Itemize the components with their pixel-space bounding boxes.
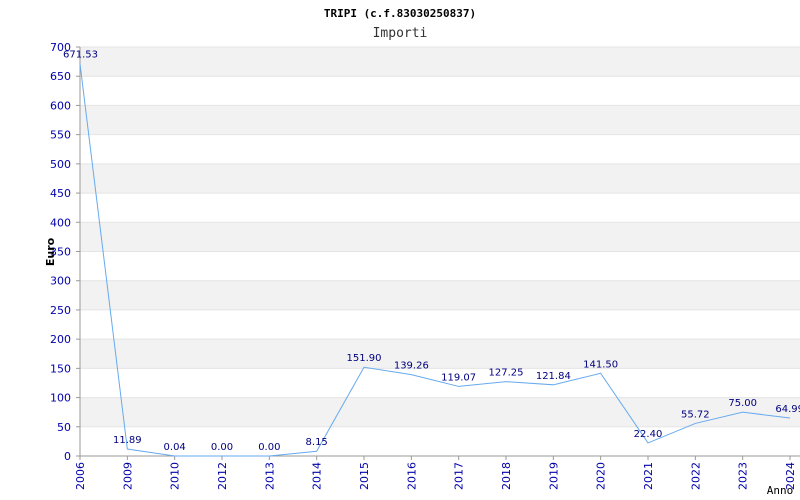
data-label: 119.07 [441,372,476,383]
data-label: 75.00 [728,398,757,409]
grid-band [80,339,800,369]
grid-band [80,280,800,310]
x-tick-label: 2020 [595,462,608,490]
y-tick-label: 200 [50,333,71,346]
data-label: 0.00 [258,442,280,453]
x-tick-label: 2021 [642,462,655,490]
x-tick-label: 2018 [500,462,513,490]
grid-band [80,105,800,135]
y-tick-label: 150 [50,362,71,375]
y-tick-label: 0 [64,450,71,463]
data-label: 151.90 [347,353,382,364]
y-tick-label: 650 [50,70,71,83]
grid-band [80,163,800,194]
grid-band [80,222,800,252]
data-label: 64.99 [775,404,800,415]
data-label: 671.53 [63,50,98,61]
grid-bands [80,47,800,427]
x-tick-label: 2006 [74,462,87,490]
y-tick-label: 450 [50,187,71,200]
x-tick-label: 2017 [453,462,466,490]
x-tick-label: 2019 [547,462,560,490]
y-tick-label: 550 [50,129,71,142]
data-label: 0.04 [164,442,186,453]
x-tick-label: 2023 [737,462,750,490]
data-label: 8.15 [306,437,328,448]
x-tick-label: 2009 [121,462,134,490]
y-tick-label: 300 [50,275,71,288]
x-axis-label: Anno [767,484,794,497]
x-tick-labels: 2006 2009 2010 2012 2013 2014 2015 2016 2017 2018… [74,456,797,490]
data-label: 0.00 [211,442,233,453]
y-tick-label: 100 [50,392,71,405]
x-tick-label: 2014 [311,462,324,490]
x-tick-label: 2022 [689,462,702,490]
grid-band [80,47,800,77]
data-label: 127.25 [489,368,524,379]
data-label: 141.50 [583,359,618,370]
x-tick-label: 2016 [405,462,418,490]
y-axis-label: Euro [44,237,57,266]
y-tick-label: 400 [50,216,71,229]
y-tick-label: 600 [50,99,71,112]
y-tick-label: 50 [57,421,71,434]
chart-title: TRIPI (c.f.83030250837) [324,7,476,20]
chart-subtitle: Importi [373,26,428,41]
data-label: 55.72 [681,409,710,420]
y-tick-label: 250 [50,304,71,317]
line-chart: 0501001502002503003504004505005506006507… [44,7,800,497]
x-tick-label: 2015 [358,462,371,490]
data-label: 22.40 [634,429,663,440]
x-tick-label: 2013 [263,462,276,490]
x-tick-label: 2010 [169,462,182,490]
data-label: 139.26 [394,361,429,372]
x-tick-label: 2012 [216,462,229,490]
data-label: 121.84 [536,371,571,382]
y-tick-label: 500 [50,158,71,171]
data-label: 11.89 [113,435,142,446]
